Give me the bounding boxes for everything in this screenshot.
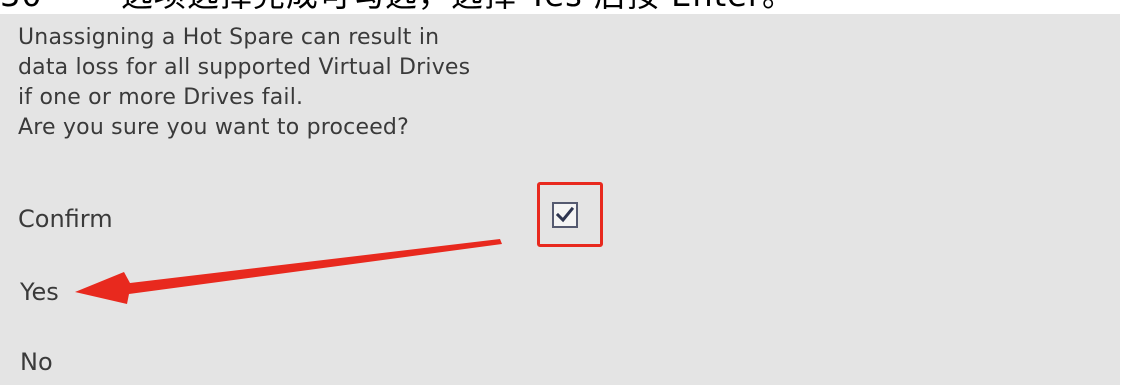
annotation-arrow-icon: [75, 239, 502, 304]
